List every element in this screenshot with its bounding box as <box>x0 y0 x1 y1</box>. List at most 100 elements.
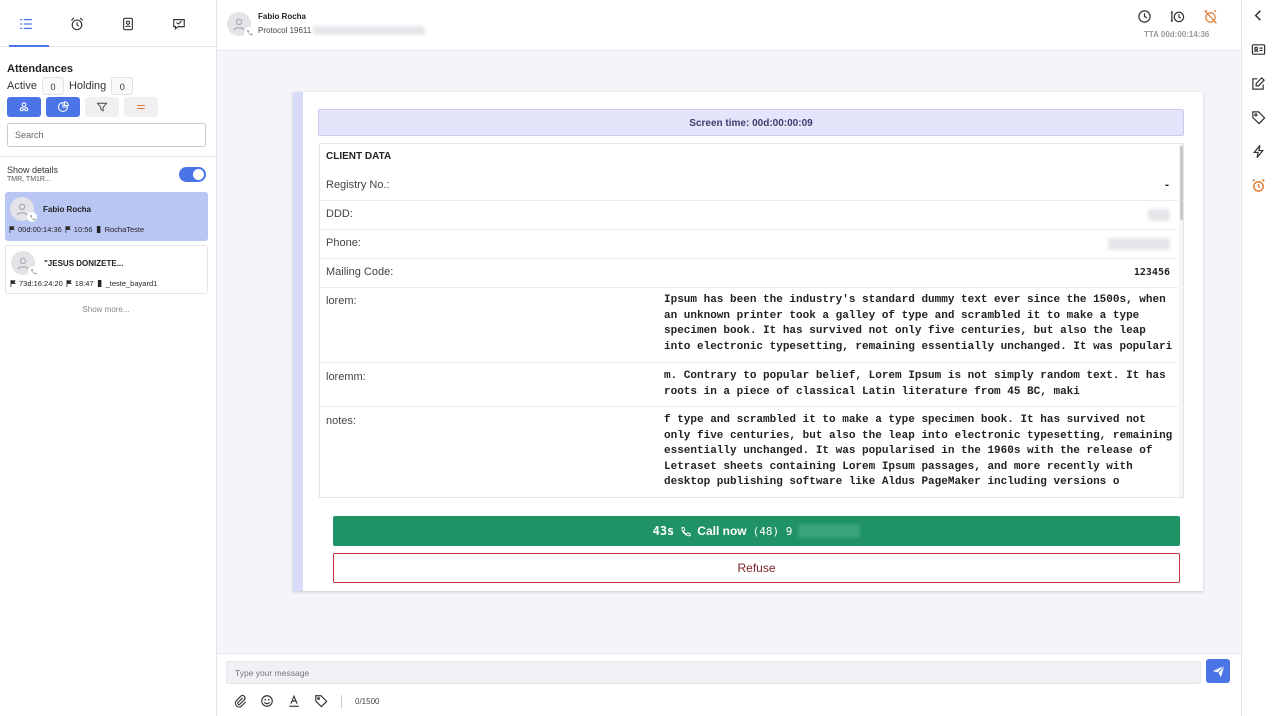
tab-attendances[interactable] <box>0 0 51 47</box>
quick-actions-button[interactable] <box>1251 144 1266 159</box>
divider <box>0 156 216 157</box>
funnel-icon <box>96 102 108 112</box>
table-row: DDD: <box>320 201 1178 230</box>
attendance-counts: Active 0 Holding 0 <box>7 77 134 95</box>
alarm-off-icon[interactable] <box>1203 9 1218 24</box>
phone-icon <box>30 268 37 274</box>
alarm-clock-icon <box>70 17 83 30</box>
card-time: 18:47 <box>74 279 94 288</box>
registry-value: - <box>1163 180 1170 191</box>
card-meta: 00d:00:14:36 10:56 RochaTeste <box>9 225 144 234</box>
show-details-label: Show details <box>7 165 59 175</box>
queue-icon <box>96 226 100 233</box>
filter-chart-button[interactable] <box>46 97 80 117</box>
chat-bubble-icon <box>172 18 185 30</box>
tag-icon[interactable] <box>314 694 328 708</box>
tta-timer: TTA 00d:00:14:36 <box>1144 30 1210 39</box>
flag-icon <box>65 226 71 233</box>
clock-icon[interactable] <box>1137 9 1152 24</box>
redacted-phone <box>1108 238 1170 250</box>
edit-note-icon <box>1252 77 1265 90</box>
emoji-icon[interactable] <box>260 694 274 708</box>
composer-tools: 0/1500 <box>233 694 379 708</box>
conversation-header: Fabio Rocha Protocol 19611 TTA 00d:00:14… <box>217 0 1241 51</box>
avatar <box>10 197 37 222</box>
contact-card-icon <box>122 17 133 30</box>
client-data-table: CLIENT DATA Registry No.: - DDD: Phone: … <box>319 143 1184 498</box>
table-row: lorem: Ipsum has been the industry's sta… <box>320 288 1178 363</box>
filter-agent-button[interactable] <box>7 97 41 117</box>
tags-button[interactable] <box>1251 110 1266 125</box>
contact-info-button[interactable] <box>1251 42 1266 57</box>
search-input[interactable] <box>7 123 206 147</box>
tab-contacts[interactable] <box>102 0 153 47</box>
alarm-button[interactable] <box>1251 178 1266 193</box>
contact-name: Fabio Rocha <box>258 12 307 21</box>
card-time: 10:56 <box>73 225 93 234</box>
tools-divider <box>341 694 342 708</box>
card-queue: RochaTeste <box>104 225 145 234</box>
ddd-label: DDD: <box>326 208 353 220</box>
queue-icon <box>97 280 101 287</box>
client-data-title: CLIENT DATA <box>326 151 392 162</box>
protocol-number: Protocol 19611 <box>258 26 426 35</box>
active-label: Active <box>7 80 37 92</box>
refuse-button[interactable]: Refuse <box>333 553 1180 583</box>
loremm-value: m. Contrary to popular belief, Lorem Ips… <box>664 370 1166 398</box>
avatar <box>11 251 38 276</box>
tag-icon <box>1252 111 1266 125</box>
phone-label: Phone: <box>326 237 361 249</box>
card-timer: 73d:16:24:20 <box>19 279 63 288</box>
tab-chats[interactable] <box>153 0 204 47</box>
loremm-label: loremm: <box>326 371 366 383</box>
notes-button[interactable] <box>1251 76 1266 91</box>
preview-call-panel: Screen time: 00d:00:00:09 CLIENT DATA Re… <box>293 92 1203 591</box>
card-timer: 00d:00:14:36 <box>18 225 62 234</box>
phone-channel-badge <box>244 27 254 37</box>
card-queue: _teste_bayard1 <box>105 279 158 288</box>
text-format-icon[interactable] <box>287 694 301 708</box>
scrollbar-thumb[interactable] <box>1180 146 1183 220</box>
filter-equal-button[interactable] <box>124 97 158 117</box>
paperclip-icon[interactable] <box>233 694 247 708</box>
header-actions <box>1137 9 1218 24</box>
send-icon <box>1212 665 1224 677</box>
show-details-toggle[interactable] <box>179 167 206 182</box>
chevron-left-icon <box>1254 10 1261 21</box>
id-card-icon <box>1251 44 1266 55</box>
lightning-icon <box>1253 145 1264 158</box>
flag-icon <box>66 280 72 287</box>
card-meta: 73d:16:24:20 18:47 _teste_bayard1 <box>10 279 157 288</box>
redacted-ddd <box>1148 209 1170 221</box>
collapse-button[interactable] <box>1251 8 1266 23</box>
avatar <box>227 12 254 37</box>
phone-channel-badge <box>28 266 38 276</box>
char-counter: 0/1500 <box>355 696 380 706</box>
phone-icon <box>681 526 692 536</box>
show-more-link[interactable]: Show more... <box>0 305 212 314</box>
flag-icon <box>10 280 16 287</box>
registry-label: Registry No.: <box>326 179 390 191</box>
attendance-card[interactable]: Fabio Rocha 00d:00:14:36 10:56 RochaTest… <box>5 192 208 241</box>
filter-funnel-button[interactable] <box>85 97 119 117</box>
right-toolbar <box>1241 0 1274 716</box>
redacted-number <box>798 524 861 538</box>
sidebar-tabs <box>0 0 216 47</box>
table-row: Phone: <box>320 230 1178 259</box>
attendance-card[interactable]: "JESUS DONIZETE... 73d:16:24:20 18:47 _t… <box>5 245 208 294</box>
send-button[interactable] <box>1206 659 1230 683</box>
card-contact-name: Fabio Rocha <box>43 205 92 214</box>
message-input[interactable] <box>226 661 1201 684</box>
notes-label: notes: <box>326 415 356 427</box>
attendances-title: Attendances <box>7 63 74 75</box>
phone-channel-badge <box>27 212 37 222</box>
message-composer: 0/1500 <box>217 653 1241 716</box>
equals-icon <box>137 104 145 110</box>
table-row: Mailing Code: 123456 <box>320 259 1178 288</box>
tab-schedules[interactable] <box>51 0 102 47</box>
pie-chart-icon <box>57 101 69 113</box>
screen-time-banner: Screen time: 00d:00:00:09 <box>318 109 1184 136</box>
clock-history-icon[interactable] <box>1170 9 1185 24</box>
phone-icon <box>29 214 36 220</box>
call-now-button[interactable]: 43s Call now (48) 9 <box>333 516 1180 546</box>
